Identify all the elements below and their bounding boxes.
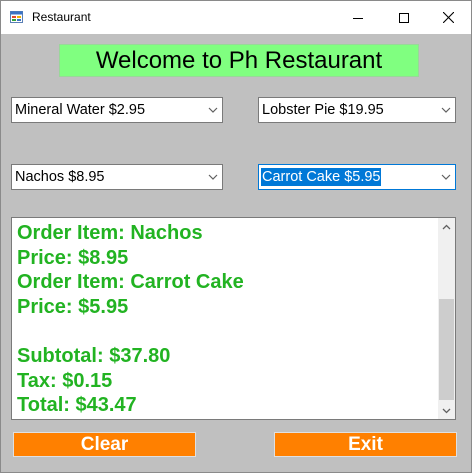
vertical-scrollbar[interactable] xyxy=(438,218,455,419)
title-bar[interactable]: Restaurant xyxy=(1,1,471,34)
receipt-total: Total: $43.47 xyxy=(17,394,137,417)
main-course-combobox[interactable]: Lobster Pie $19.95 xyxy=(258,97,456,123)
drink-selected-value: Mineral Water $2.95 xyxy=(15,102,146,118)
close-icon xyxy=(442,12,454,23)
appetizer-combobox[interactable]: Nachos $8.95 xyxy=(11,164,223,190)
scroll-down-button[interactable] xyxy=(438,402,455,419)
clear-button[interactable]: Clear xyxy=(13,432,196,457)
dessert-combobox[interactable]: Carrot Cake $5.95 xyxy=(258,164,456,190)
maximize-button[interactable] xyxy=(381,1,427,34)
chevron-down-icon xyxy=(208,107,218,113)
chevron-down-icon xyxy=(441,107,451,113)
welcome-label: Welcome to Ph Restaurant xyxy=(59,44,419,77)
chevron-down-icon xyxy=(442,408,451,413)
appetizer-selected-value: Nachos $8.95 xyxy=(15,169,105,185)
form-client-area: Welcome to Ph Restaurant Mineral Water $… xyxy=(1,34,471,472)
exit-button[interactable]: Exit xyxy=(274,432,457,457)
window-title: Restaurant xyxy=(32,10,91,24)
chevron-down-icon xyxy=(208,174,218,180)
receipt-line: Order Item: Nachos xyxy=(17,222,203,244)
minimize-button[interactable] xyxy=(335,1,381,34)
scrollbar-thumb[interactable] xyxy=(439,299,454,400)
dessert-selected-value: Carrot Cake $5.95 xyxy=(261,168,382,186)
scroll-up-button[interactable] xyxy=(438,218,455,235)
restaurant-window: Restaurant Welcome to Ph Restaurant Mine… xyxy=(0,0,472,473)
receipt-line: Price: $5.95 xyxy=(17,295,129,318)
receipt-subtotal: Subtotal: $37.80 xyxy=(17,344,171,367)
receipt-line: Price: $8.95 xyxy=(17,246,129,269)
form-icon xyxy=(10,11,23,23)
chevron-down-icon xyxy=(441,174,451,180)
receipt-line: Order Item: Carrot Cake xyxy=(17,271,244,294)
minimize-icon xyxy=(353,17,363,19)
drink-combobox[interactable]: Mineral Water $2.95 xyxy=(11,97,223,123)
receipt-tax: Tax: $0.15 xyxy=(17,369,113,392)
main-course-selected-value: Lobster Pie $19.95 xyxy=(262,102,384,118)
close-button[interactable] xyxy=(425,1,471,34)
receipt-line xyxy=(17,319,432,344)
receipt-lines: Order Item: Nachos Price: $8.95 Order It… xyxy=(17,221,432,418)
order-receipt-textbox[interactable]: Order Item: Nachos Price: $8.95 Order It… xyxy=(11,217,456,420)
maximize-icon xyxy=(399,12,409,23)
chevron-up-icon xyxy=(442,224,451,229)
